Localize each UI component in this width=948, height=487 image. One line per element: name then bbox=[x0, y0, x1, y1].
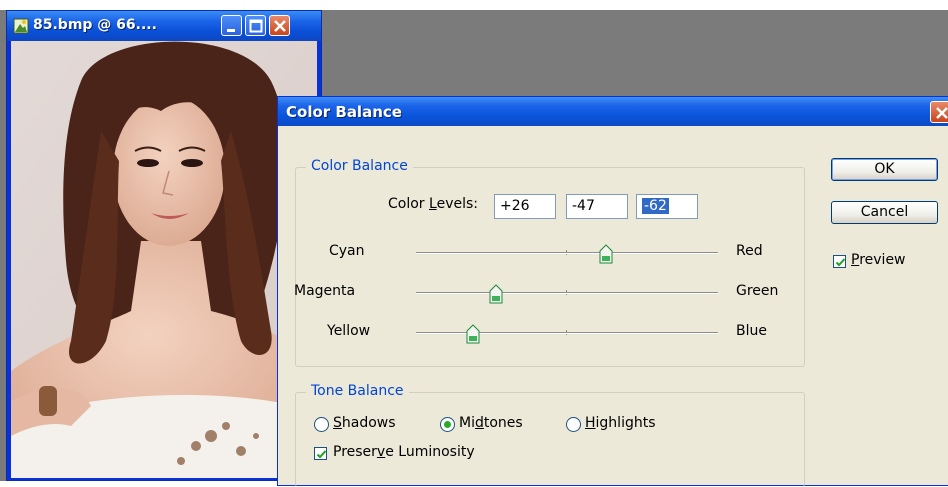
image-file-icon bbox=[13, 18, 29, 34]
preserve-luminosity-label[interactable]: Preserve Luminosity bbox=[333, 444, 475, 460]
shadows-label[interactable]: Shadows bbox=[333, 415, 396, 431]
yellow-blue-slider-thumb[interactable] bbox=[466, 324, 480, 344]
cyan-red-level-field[interactable]: +26 bbox=[494, 194, 556, 219]
color-balance-dialog: Color Balance Color Balance Color Levels… bbox=[277, 96, 948, 487]
magenta-green-slider-thumb[interactable] bbox=[489, 284, 503, 304]
color-balance-group: Color Balance Color Levels: +26 -47 -62 … bbox=[294, 158, 805, 367]
cyan-label: Cyan bbox=[329, 243, 365, 259]
minimize-button[interactable] bbox=[221, 15, 242, 36]
yellow-label: Yellow bbox=[327, 323, 371, 339]
red-label: Red bbox=[736, 243, 763, 259]
close-icon bbox=[274, 20, 286, 32]
highlights-radio[interactable] bbox=[566, 417, 581, 432]
magenta-label: Magenta bbox=[294, 283, 356, 299]
document-title: 85.bmp @ 66.... bbox=[33, 17, 157, 33]
maximize-icon bbox=[249, 19, 263, 33]
ok-button[interactable]: OK bbox=[831, 158, 938, 181]
shadows-radio[interactable] bbox=[314, 417, 329, 432]
cyan-red-slider-track[interactable] bbox=[416, 250, 718, 255]
document-window: 85.bmp @ 66.... bbox=[6, 10, 322, 481]
maximize-button[interactable] bbox=[245, 15, 266, 36]
midtones-label[interactable]: Midtones bbox=[459, 415, 523, 431]
color-balance-legend: Color Balance bbox=[306, 158, 413, 174]
dialog-title-bar[interactable]: Color Balance bbox=[278, 97, 948, 126]
tone-balance-legend: Tone Balance bbox=[306, 383, 409, 399]
minimize-icon bbox=[227, 29, 235, 32]
preview-label[interactable]: Preview bbox=[851, 252, 906, 268]
close-button[interactable] bbox=[269, 15, 290, 36]
top-strip bbox=[0, 0, 948, 10]
cyan-red-slider-thumb[interactable] bbox=[599, 244, 613, 264]
yellow-blue-level-field[interactable]: -62 bbox=[636, 194, 698, 219]
green-label: Green bbox=[736, 283, 779, 299]
midtones-radio[interactable] bbox=[440, 417, 455, 432]
cancel-button[interactable]: Cancel bbox=[831, 201, 938, 224]
tone-balance-group: Tone Balance Shadows Midtones Highlights… bbox=[295, 383, 805, 487]
dialog-title: Color Balance bbox=[286, 103, 402, 121]
checkmark-icon bbox=[835, 258, 846, 267]
checkmark-icon bbox=[316, 450, 327, 459]
document-image bbox=[11, 41, 317, 478]
preview-checkbox[interactable] bbox=[833, 255, 846, 268]
magenta-green-level-field[interactable]: -47 bbox=[566, 194, 628, 219]
highlights-label[interactable]: Highlights bbox=[585, 415, 656, 431]
preserve-luminosity-checkbox[interactable] bbox=[314, 447, 327, 460]
document-title-bar[interactable]: 85.bmp @ 66.... bbox=[7, 11, 321, 41]
yellow-blue-slider-track[interactable] bbox=[416, 330, 718, 335]
color-levels-label: Color Levels: bbox=[388, 196, 478, 212]
dialog-close-button[interactable] bbox=[930, 101, 948, 123]
blue-label: Blue bbox=[736, 323, 767, 339]
magenta-green-slider-track[interactable] bbox=[416, 290, 718, 295]
close-icon bbox=[936, 107, 948, 119]
